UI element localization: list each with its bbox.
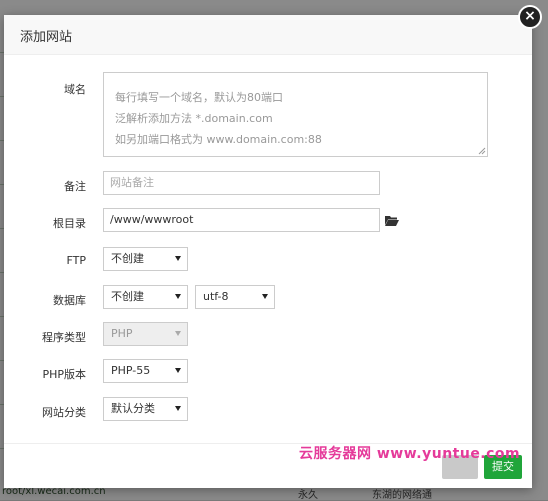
chevron-down-icon	[175, 294, 181, 299]
domain-textarea[interactable]: 每行填写一个域名，默认为80端口 泛解析添加方法 *.domain.com 如另…	[103, 72, 488, 157]
domain-placeholder-line: 泛解析添加方法 *.domain.com	[115, 112, 273, 125]
site-category-select[interactable]: 默认分类	[103, 397, 188, 421]
database-label: 数据库	[53, 294, 86, 307]
program-type-value: PHP	[111, 327, 133, 340]
site-category-value: 默认分类	[111, 402, 155, 415]
chevron-down-icon	[175, 256, 181, 261]
site-category-label: 网站分类	[42, 406, 86, 419]
ftp-select[interactable]: 不创建	[103, 247, 188, 271]
domain-label: 域名	[64, 83, 86, 96]
domain-placeholder-line: 如另加端口格式为 www.domain.com:88	[115, 133, 322, 146]
ftp-label: FTP	[66, 254, 87, 267]
remark-label: 备注	[64, 180, 86, 193]
charset-select[interactable]: utf-8	[195, 285, 275, 309]
database-select-value: 不创建	[111, 290, 144, 303]
program-type-select: PHP	[103, 322, 188, 346]
chevron-down-icon	[262, 294, 268, 299]
chevron-down-icon	[175, 331, 181, 336]
watermark-text: 云服务器网 www.yuntue.com	[299, 446, 521, 462]
dialog-title-bar: 添加网站	[4, 15, 532, 55]
close-icon[interactable]: ×	[518, 5, 542, 29]
remark-placeholder: 网站备注	[110, 176, 154, 189]
folder-open-icon[interactable]	[385, 215, 399, 226]
php-version-value: PHP-55	[111, 364, 151, 377]
dialog-title: 添加网站	[20, 30, 73, 45]
add-site-dialog: 添加网站 域名 每行填写一个域名，默认为80端口 泛解析添加方法 *.domai…	[4, 15, 532, 488]
charset-select-value: utf-8	[203, 290, 229, 303]
chevron-down-icon	[175, 406, 181, 411]
php-version-label: PHP版本	[42, 368, 86, 381]
root-dir-input[interactable]: /www/wwwroot	[103, 208, 380, 232]
ftp-select-value: 不创建	[111, 252, 144, 265]
resize-handle-icon[interactable]	[478, 147, 486, 155]
php-version-select[interactable]: PHP-55	[103, 359, 188, 383]
database-select[interactable]: 不创建	[103, 285, 188, 309]
root-dir-value: /www/wwwroot	[110, 213, 194, 226]
program-type-label: 程序类型	[42, 331, 86, 344]
domain-placeholder-line: 每行填写一个域名，默认为80端口	[115, 91, 283, 104]
remark-input[interactable]: 网站备注	[103, 171, 380, 195]
root-dir-label: 根目录	[53, 217, 86, 230]
chevron-down-icon	[175, 368, 181, 373]
